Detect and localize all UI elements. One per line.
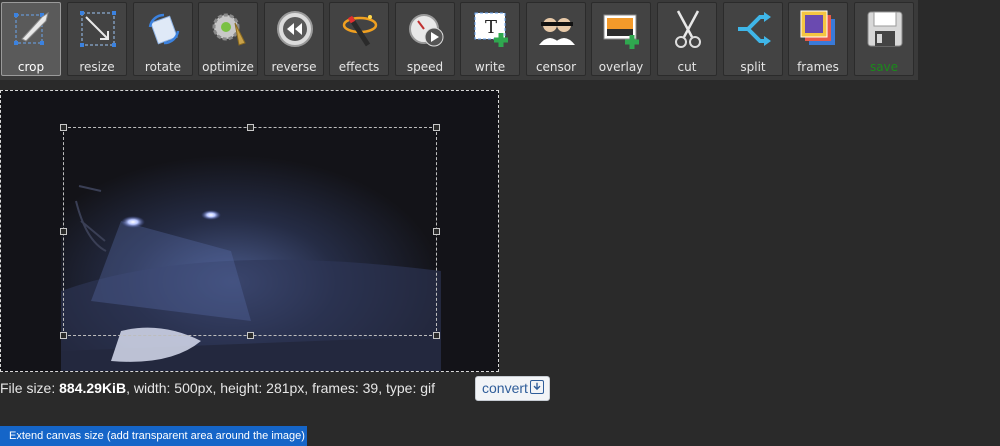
tool-write[interactable]: T write [460,2,520,76]
optimize-icon [212,13,246,46]
file-size: 884.29KiB [59,380,127,396]
rotate-icon [148,13,180,45]
split-icon [738,12,771,46]
cut-icon [675,10,701,48]
toolbar: crop resize rotate optimize reverse effe… [0,0,918,80]
convert-button[interactable]: convert [475,376,550,401]
censor-icon [539,18,575,45]
speed-icon [409,14,444,47]
svg-text:T: T [485,17,497,38]
crop-handle-right[interactable] [433,228,440,235]
crop-handle-bottom-left[interactable] [60,332,67,339]
download-icon [530,380,544,394]
overlay-icon [603,14,639,49]
tool-label: save [869,60,899,74]
extend-canvas-label: Extend canvas size (add transparent area… [9,430,305,442]
resize-icon [80,11,116,47]
crop-selection[interactable] [60,124,440,339]
write-icon: T [474,12,508,47]
reverse-icon [277,11,313,47]
tool-label: crop [17,60,45,74]
tool-resize[interactable]: resize [67,2,127,76]
tool-censor[interactable]: censor [526,2,586,76]
tool-frames[interactable]: frames [788,2,848,76]
crop-handle-top[interactable] [247,124,254,131]
tool-label: optimize [202,60,254,74]
tool-label: overlay [598,60,644,74]
tool-cut[interactable]: cut [657,2,717,76]
crop-handle-bottom-right[interactable] [433,332,440,339]
image-canvas[interactable] [0,90,499,372]
tool-label: speed [406,60,444,74]
tool-reverse[interactable]: reverse [264,2,324,76]
tool-effects[interactable]: effects [329,2,389,76]
crop-handle-left[interactable] [60,228,67,235]
file-info: File size: 884.29KiB, width: 500px, heig… [0,380,435,396]
tool-label: reverse [271,60,317,74]
tool-label: censor [535,60,577,74]
save-icon [867,11,903,47]
crop-handle-bottom[interactable] [247,332,254,339]
file-info-prefix: File size: [0,380,60,396]
tool-crop[interactable]: crop [1,2,61,76]
extend-canvas-button[interactable]: Extend canvas size (add transparent area… [0,426,307,446]
tool-label: effects [338,60,380,74]
effects-icon [342,15,378,47]
frames-icon [800,10,835,45]
tool-label: split [740,60,766,74]
tool-label: cut [677,60,697,74]
convert-label: convert [482,380,528,396]
tool-label: frames [797,60,839,74]
tool-label: resize [79,60,115,74]
tool-optimize[interactable]: optimize [198,2,258,76]
tool-label: rotate [144,60,182,74]
crop-handle-top-right[interactable] [433,124,440,131]
tool-label: write [474,60,506,74]
tool-speed[interactable]: speed [395,2,455,76]
tool-overlay[interactable]: overlay [591,2,651,76]
crop-icon [14,11,49,45]
tool-rotate[interactable]: rotate [133,2,193,76]
tool-save[interactable]: save [854,2,914,76]
crop-handle-top-left[interactable] [60,124,67,131]
file-info-details: , width: 500px, height: 281px, frames: 3… [126,380,436,396]
tool-split[interactable]: split [723,2,783,76]
